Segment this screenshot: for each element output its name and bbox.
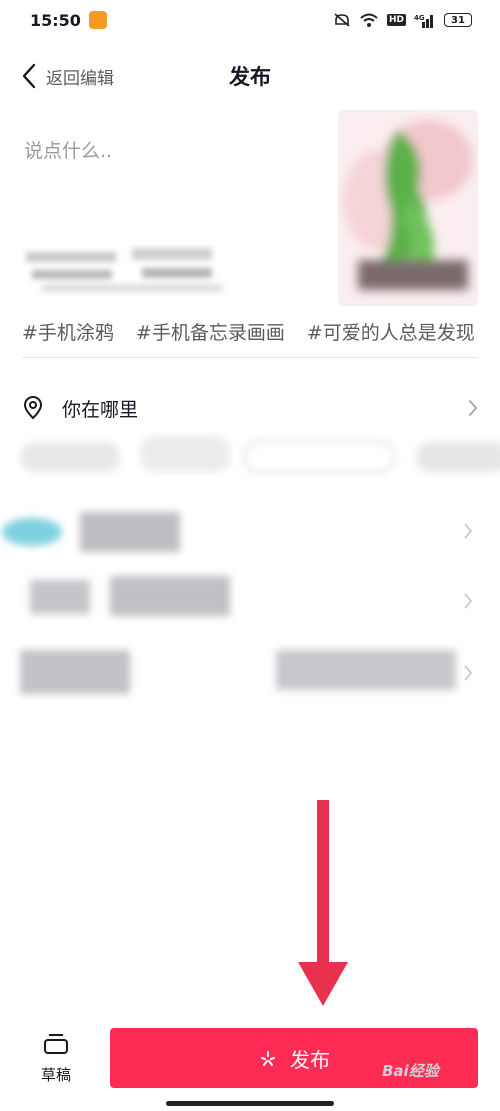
cover-image[interactable] [338,110,478,306]
annotation-arrow [298,800,348,1006]
hashtag-item[interactable]: #可爱的人总是发现 [307,318,475,358]
mute-icon [334,13,350,27]
location-pin-icon [23,396,43,420]
back-button[interactable]: 返回编辑 [22,63,114,89]
top-nav: 返回编辑 发布 [0,52,500,100]
hashtag-item[interactable]: #手机涂鸦 [22,318,114,358]
blurred-caption-text [26,248,222,292]
draft-box-icon [44,1034,68,1054]
divider [22,357,478,358]
caption-input[interactable]: 说点什么.. [24,136,112,163]
location-label: 你在哪里 [62,398,139,421]
svg-text:4G: 4G [414,14,425,22]
blurred-settings-list [2,436,500,694]
status-bar: 15:50 HD 4G 31 [0,0,500,40]
chevron-right-icon [469,400,478,416]
back-label: 返回编辑 [46,68,114,89]
draft-button[interactable]: 草稿 [28,1032,84,1085]
hashtag-list: #手机涂鸦 #手机备忘录画画 #可爱的人总是发现 [22,318,500,358]
hashtag-item[interactable]: #手机备忘录画画 [136,318,285,358]
draft-label: 草稿 [40,1066,71,1084]
wifi-icon [360,13,378,27]
sparkle-icon [261,1051,275,1066]
chevron-left-icon [22,63,36,89]
location-row[interactable]: 你在哪里 [22,388,478,428]
hd-badge: HD [386,14,406,26]
uc-browser-icon [88,11,107,29]
baidu-watermark: Bai经验 [382,1062,439,1080]
signal-icon: 4G [414,14,433,28]
publish-label: 发布 [290,1047,330,1072]
home-indicator [166,1101,334,1106]
status-icons: HD 4G 31 [333,12,472,28]
battery-icon: 31 [444,13,472,27]
status-time: 15:50 [30,10,81,30]
